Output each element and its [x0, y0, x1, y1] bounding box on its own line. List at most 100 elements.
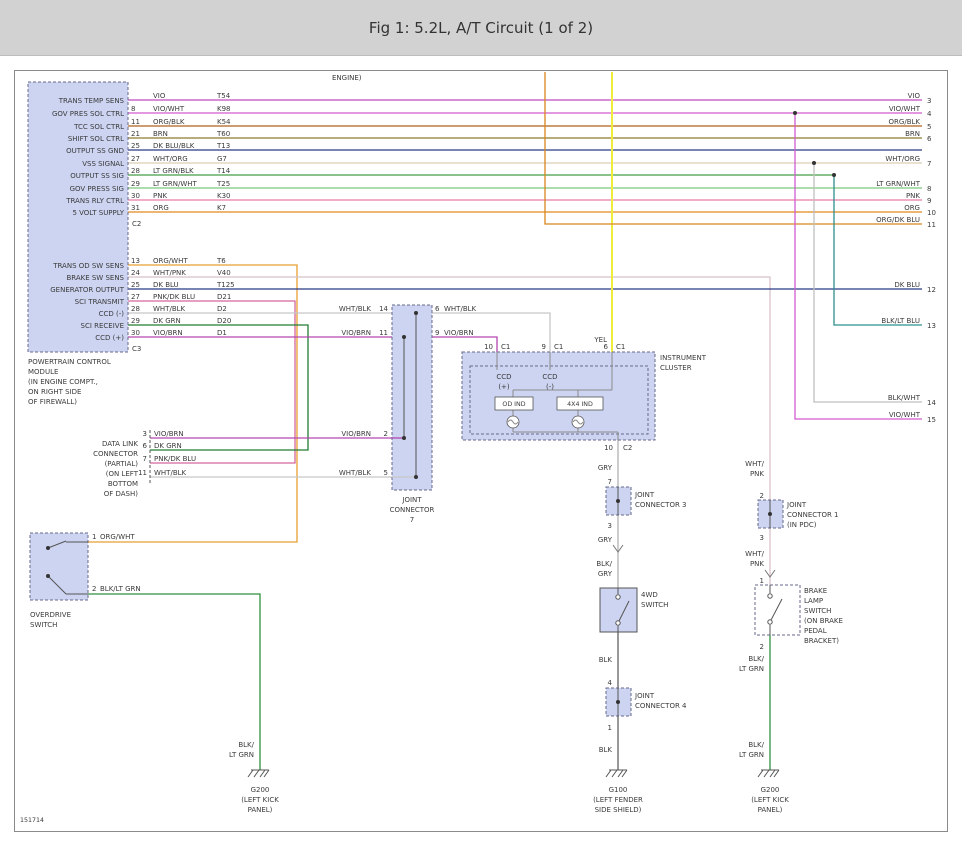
circuit-id: K54 [217, 118, 231, 126]
right-pin: 15 [927, 416, 936, 424]
pcm-pin: 31 [131, 204, 140, 212]
wire-color-label: ORG/BLK [889, 118, 921, 126]
ground-symbol-g100 [606, 770, 627, 777]
wire-color-label: BLK/LT BLU [881, 317, 920, 325]
junction-dot [768, 512, 772, 516]
ccd-plus-label: CCD [496, 373, 511, 381]
wire-color-label: LT GRN [229, 751, 254, 759]
right-pin: 12 [927, 286, 936, 294]
switch-contact [46, 574, 50, 578]
wire-color-label: PNK/DK BLU [153, 293, 195, 301]
cluster-pin: 10 [604, 444, 613, 452]
wire-color-label: VIO/BRN [154, 430, 184, 438]
wire-color-label: GRY [598, 464, 613, 472]
pcm-pin: 24 [131, 269, 140, 277]
pcm-signal-label: CCD (-) [99, 310, 125, 318]
ground-label: (LEFT FENDER [593, 796, 643, 804]
pcm-pin: 13 [131, 257, 140, 265]
ccd-minus-label: (-) [546, 383, 554, 391]
junction-dot [793, 111, 797, 115]
pcm-pin: 28 [131, 167, 140, 175]
jc4-label-line: CONNECTOR 4 [635, 702, 687, 710]
ground-label: SIDE SHIELD) [595, 806, 642, 814]
junction-dot [402, 335, 406, 339]
jc4-top-pin: 4 [608, 679, 613, 687]
pcm-pin: 11 [131, 118, 140, 126]
overdrive-switch-box [30, 533, 88, 600]
data-link-connector: 3 VIO/BRN 6 DK GRN 7 PNK/DK BLU 11 WHT/B… [93, 430, 196, 498]
right-pin: 8 [927, 185, 931, 193]
cluster-conn: C1 [554, 343, 563, 351]
dlc-pin: 6 [143, 442, 148, 450]
pcm-signal-label: VSS SIGNAL [82, 160, 124, 168]
junction-dot [414, 475, 418, 479]
circuit-id: G7 [217, 155, 227, 163]
circuit-id: T25 [216, 180, 230, 188]
cluster-pin: 9 [542, 343, 546, 351]
junction-dot [616, 499, 620, 503]
wire-color-label: LT GRN/BLK [153, 167, 194, 175]
right-pin: 14 [927, 399, 936, 407]
brake-switch-label: PEDAL [804, 627, 827, 635]
wire-color-label: DK BLU [894, 281, 920, 289]
pcm-pin: 27 [131, 293, 140, 301]
wire-color-label: LT GRN [739, 751, 764, 759]
ccd-minus-label: CCD [542, 373, 557, 381]
pcm-connector-c2: C2 [132, 220, 141, 228]
cluster-pin: 10 [484, 343, 493, 351]
dlc-caption-line: (ON LEFT [106, 470, 139, 478]
wire-org-dk-blu [545, 72, 922, 224]
junction-dot [812, 161, 816, 165]
pcm-signal-label: SHIFT SOL CTRL [68, 135, 124, 143]
pcm-pin: 30 [131, 329, 140, 337]
od-pin: 1 [92, 533, 96, 541]
jc3-bottom-pin: 3 [608, 522, 612, 530]
right-pin: 5 [927, 123, 931, 131]
pcm-signal-label: GOV PRES SOL CTRL [52, 110, 124, 118]
wire-color-label: VIO/WHT [889, 411, 921, 419]
ground-label: G200 [251, 786, 270, 794]
right-pin: 4 [927, 110, 932, 118]
switch-contact [768, 620, 772, 624]
pcm-signal-label: BRAKE SW SENS [66, 274, 124, 282]
jc7-label-line: 7 [410, 516, 414, 524]
wire-color-label: WHT/BLK [339, 469, 372, 477]
jc1-top-pin: 2 [760, 492, 764, 500]
jc7-label-line: CONNECTOR [390, 506, 435, 514]
pcm-pin: 25 [131, 281, 140, 289]
brake-switch-label: BRACKET) [804, 637, 839, 645]
right-pin: 6 [927, 135, 932, 143]
pcm-connector-c3: C3 [132, 345, 141, 353]
pcm-upper-rows: TRANS TEMP SENS GOV PRES SOL CTRL TCC SO… [52, 92, 231, 217]
wire-color-label: VIO [908, 92, 921, 100]
cluster-label-line: INSTRUMENT [660, 354, 707, 362]
wire-color-label: PNK [750, 470, 764, 478]
ground-label: PANEL) [758, 806, 783, 814]
ccd-plus-label: (+) [498, 383, 510, 391]
pcm-caption-line: (IN ENGINE COMPT., [28, 378, 98, 386]
wire-color-label: PNK [750, 560, 764, 568]
switch-contact [616, 595, 620, 599]
wire-color-label: WHT/ [745, 550, 764, 558]
pcm-signal-label: SCI RECEIVE [81, 322, 125, 330]
pcm-signal-label: 5 VOLT SUPPLY [72, 209, 124, 217]
wire-color-label: VIO [153, 92, 166, 100]
wire-color-label: WHT/ [745, 460, 764, 468]
junction-dot [414, 311, 418, 315]
wire-color-label: WHT/BLK [444, 305, 477, 313]
wire-color-label: VIO/WHT [153, 105, 185, 113]
circuit-id: K7 [217, 204, 226, 212]
circuit-id: T6 [216, 257, 226, 265]
jc4-bottom-pin: 1 [608, 724, 612, 732]
wire-color-label: WHT/BLK [339, 305, 372, 313]
od-pin: 2 [92, 585, 96, 593]
circuit-id: T60 [216, 130, 230, 138]
ground-symbol-g200-right [758, 770, 779, 777]
wire-color-label: DK GRN [153, 317, 181, 325]
wire-color-label: VIO/BRN [341, 329, 371, 337]
cluster-conn: C1 [616, 343, 625, 351]
wire-color-label: WHT/BLK [153, 305, 186, 313]
wire-color-label: VIO/BRN [444, 329, 474, 337]
right-pin: 10 [927, 209, 936, 217]
wire-color-label: ORG/WHT [153, 257, 188, 265]
